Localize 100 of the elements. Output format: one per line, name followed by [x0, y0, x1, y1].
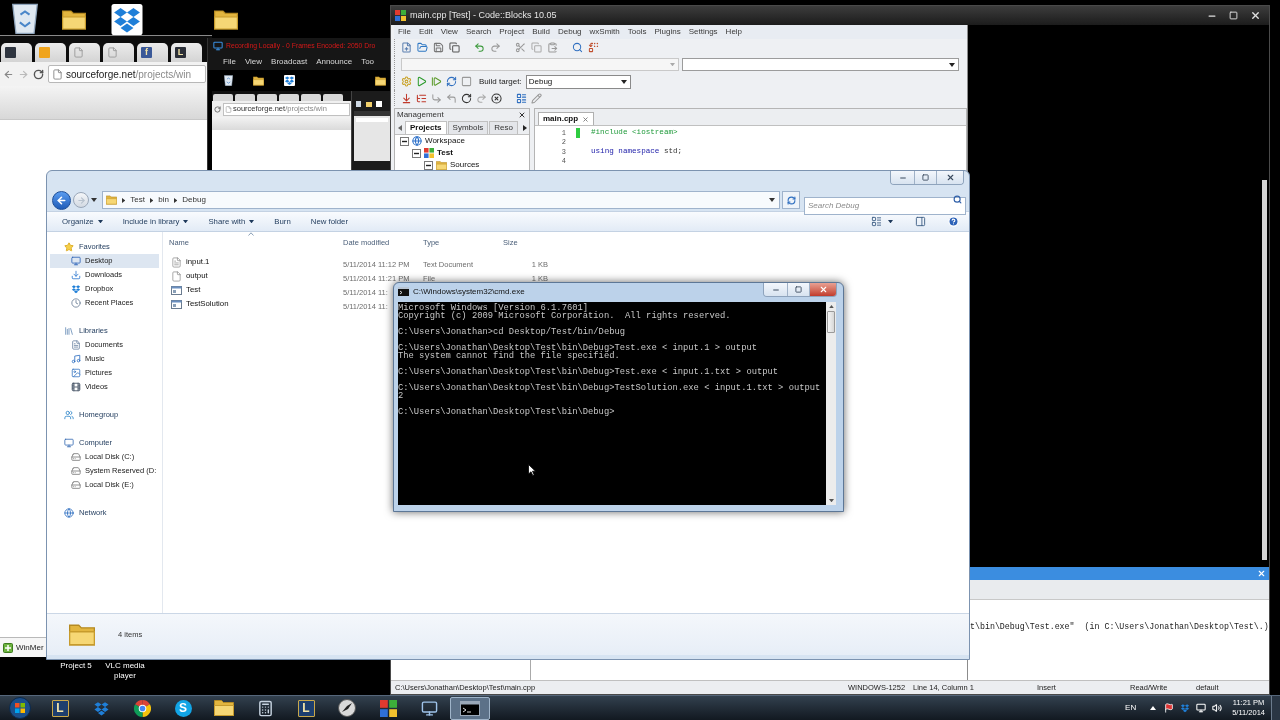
panel-tab[interactable]: Projects: [405, 121, 447, 134]
collapse-box-icon[interactable]: [424, 160, 433, 170]
paste-icon[interactable]: [547, 42, 558, 53]
corner-arrow-icon[interactable]: [431, 92, 442, 104]
menu-item[interactable]: Too: [358, 56, 378, 68]
menu-item[interactable]: Broadcast: [268, 56, 311, 68]
undo-icon[interactable]: [474, 42, 485, 53]
menu-item[interactable]: Tools: [623, 26, 651, 38]
close-icon[interactable]: [518, 111, 526, 119]
menu-item[interactable]: Search: [461, 26, 496, 38]
editor-tab[interactable]: main.cpp: [538, 112, 595, 125]
menu-item[interactable]: Settings: [684, 26, 722, 38]
build-run-icon[interactable]: [431, 76, 442, 87]
taskbar-button[interactable]: L: [286, 696, 326, 720]
scroll-up-icon[interactable]: [828, 304, 834, 309]
find-icon[interactable]: [572, 42, 583, 53]
tree-item[interactable]: Sources: [450, 159, 480, 171]
menu-item[interactable]: View: [241, 56, 266, 68]
menu-item[interactable]: Plugins: [650, 26, 685, 38]
stop-icon[interactable]: [461, 76, 472, 87]
show-desktop-button[interactable]: [1271, 696, 1280, 720]
minimize-button[interactable]: [891, 171, 915, 184]
taskbar-button[interactable]: L: [40, 696, 80, 720]
menu-item[interactable]: Announce: [313, 56, 356, 68]
minimize-button[interactable]: [764, 283, 788, 296]
menu-item[interactable]: File: [220, 56, 239, 68]
cut-icon[interactable]: [515, 42, 526, 53]
breadcrumb-arrow-icon[interactable]: [174, 197, 178, 203]
breadcrumb-item[interactable]: Test: [130, 194, 145, 206]
panel-tab[interactable]: Symbols: [447, 121, 489, 134]
breadcrumb-arrow-icon[interactable]: [122, 197, 126, 203]
rebuild-icon[interactable]: [446, 76, 457, 87]
curved-arrow-icon[interactable]: [461, 92, 472, 104]
menu-item[interactable]: Edit: [414, 26, 437, 38]
redo-icon[interactable]: [490, 42, 501, 53]
maximize-icon[interactable]: [1229, 11, 1238, 20]
caret-icon[interactable]: [769, 198, 775, 202]
menu-item[interactable]: Debug: [553, 26, 586, 38]
close-button[interactable]: [937, 171, 963, 184]
open-folder-icon[interactable]: [417, 42, 428, 53]
panel-tab[interactable]: Reso: [489, 121, 518, 134]
menu-item[interactable]: Build: [528, 26, 554, 38]
refresh-button[interactable]: [782, 191, 800, 209]
tree-item[interactable]: Workspace: [425, 135, 465, 147]
speaker-icon[interactable]: [1212, 703, 1223, 713]
menu-item[interactable]: Project: [495, 26, 529, 38]
close-icon[interactable]: [1250, 10, 1261, 21]
window-list-icon[interactable]: [516, 92, 527, 104]
scroll-bar[interactable]: [826, 302, 836, 505]
flag-icon[interactable]: [1164, 703, 1175, 713]
save-icon[interactable]: [433, 42, 444, 53]
address-field[interactable]: sourceforge.net/projects/win: [48, 65, 206, 83]
console-line: Microsoft Windows [Version 6.1.7601]: [398, 304, 589, 312]
collapse-box-icon[interactable]: [400, 136, 409, 146]
menu-item[interactable]: File: [394, 26, 415, 38]
view-list-icon[interactable]: [871, 216, 882, 227]
browser-tab[interactable]: f: [137, 43, 168, 62]
preview-pane-icon[interactable]: [915, 216, 926, 227]
breadcrumb-arrow-icon[interactable]: [150, 197, 154, 203]
caret-icon: [620, 79, 627, 84]
maximize-button[interactable]: [788, 283, 810, 296]
folder-icon: [436, 160, 447, 170]
address-field[interactable]: Test bin Debug: [102, 191, 780, 209]
tree-item[interactable]: Test: [437, 147, 453, 159]
close-button[interactable]: [810, 283, 836, 296]
scroll-left-icon[interactable]: [398, 124, 402, 131]
replace-icon[interactable]: [588, 42, 599, 53]
reload-icon[interactable]: [33, 68, 44, 80]
breadcrumb-item[interactable]: bin: [158, 194, 169, 206]
show-hidden-icons-icon[interactable]: [1150, 706, 1157, 710]
collapse-box-icon[interactable]: [412, 148, 421, 158]
caret-icon[interactable]: [91, 198, 97, 202]
arrow-down-icon[interactable]: [401, 92, 412, 104]
taskbar-button[interactable]: [450, 696, 490, 720]
browser-tab[interactable]: [1, 43, 32, 62]
monitor-icon[interactable]: [1196, 703, 1207, 713]
new-file-icon[interactable]: [401, 42, 412, 53]
browser-tab[interactable]: L: [171, 43, 202, 62]
caret-icon[interactable]: [888, 219, 893, 224]
list-icon[interactable]: [416, 92, 427, 104]
scroll-right-icon[interactable]: [523, 124, 527, 131]
stop-circle-icon[interactable]: [491, 92, 502, 104]
scroll-down-icon[interactable]: [828, 498, 834, 503]
search-field[interactable]: Search Debug: [804, 196, 966, 215]
menu-item[interactable]: View: [436, 26, 462, 38]
back-arrow-icon[interactable]: [3, 68, 14, 80]
clock-icon: [71, 298, 81, 308]
diamond-box-icon[interactable]: [1180, 703, 1191, 713]
scroll-thumb[interactable]: [827, 311, 835, 333]
breadcrumb-item[interactable]: Debug: [182, 194, 206, 206]
combo-box[interactable]: [682, 58, 959, 71]
back-button[interactable]: [52, 190, 71, 210]
language-indicator[interactable]: EN: [1125, 702, 1137, 714]
scroll-bar[interactable]: [1262, 180, 1267, 560]
menu-item[interactable]: wxSmith: [585, 26, 624, 38]
build-target-select[interactable]: Debug: [525, 74, 631, 89]
play-icon[interactable]: [416, 76, 427, 87]
save-all-icon[interactable]: [449, 42, 460, 53]
help-icon[interactable]: [948, 216, 959, 227]
menu-item[interactable]: Help: [721, 26, 747, 38]
